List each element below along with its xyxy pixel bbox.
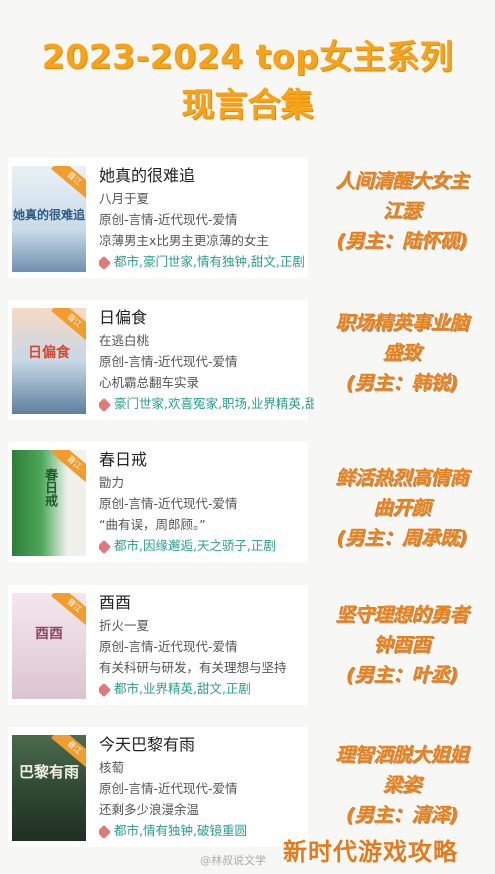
tag-icon [99, 397, 112, 412]
book-category: 原创-言情-近代现代-爱情 [99, 496, 238, 511]
book-author[interactable]: 折火一夏 [99, 615, 314, 636]
site-badge: 晋江 [51, 593, 86, 627]
book-category: 原创-言情-近代现代-爱情 [99, 354, 238, 369]
tag-icon [99, 539, 112, 554]
note-male-lead: (男主：陆怀砚) [336, 230, 468, 252]
book-tags: 都市,业界精英,甜文,正剧 [114, 681, 251, 696]
book-title[interactable]: 春日戒 [99, 448, 314, 472]
book-tags: 都市,豪门世家,情有独钟,甜文,正剧 [114, 254, 305, 269]
book-card[interactable]: 她真的很难追 晋江 她真的很难追 八月于夏 原创-言情-近代现代-爱情 凉薄男主… [8, 158, 308, 278]
book-cover[interactable]: 酉酉 晋江 [12, 593, 86, 699]
book-tags: 都市,因缘邂逅,天之骄子,正剧 [114, 538, 276, 553]
note-name: 曲开颜 [373, 497, 431, 519]
cover-title: 春日戒 [42, 468, 57, 507]
book-title[interactable]: 今天巴黎有雨 [99, 733, 314, 757]
watermark: @林叔说文学 [200, 854, 266, 867]
brand-overlay: 新时代游戏攻略 [283, 838, 458, 866]
tag-icon [99, 682, 112, 697]
cover-title: 酉酉 [35, 626, 63, 642]
note-name: 盛致 [382, 342, 421, 364]
book-category: 原创-言情-近代现代-爱情 [99, 781, 238, 796]
book-author[interactable]: 核萄 [99, 757, 314, 778]
note-trait: 理智洒脱大姐姐 [335, 744, 469, 766]
cover-title: 她真的很难追 [12, 208, 85, 222]
tag-icon [99, 255, 112, 270]
book-card[interactable]: 巴黎有雨 晋江 今天巴黎有雨 核萄 原创-言情-近代现代-爱情 还剩多少浪漫余温… [8, 727, 308, 847]
book-title[interactable]: 她真的很难追 [99, 164, 314, 188]
heroine-note: 职场精英事业脑 盛致 (男主：韩锐) [312, 308, 492, 398]
book-blurb: 有关科研与研发，有关理想与坚持 [99, 660, 287, 675]
book-blurb: 凉薄男主x比男主更凉薄的女主 [99, 233, 269, 248]
book-author[interactable]: 在逃白桃 [99, 330, 314, 351]
cover-title: 巴黎有雨 [18, 763, 79, 781]
book-blurb: “曲有误，周郎顾。” [99, 517, 206, 532]
note-trait: 鲜活热烈高情商 [335, 467, 469, 489]
book-title[interactable]: 酉酉 [99, 591, 314, 615]
site-badge: 晋江 [51, 308, 86, 342]
note-trait: 职场精英事业脑 [335, 312, 469, 334]
book-card[interactable]: 春日戒 晋江 春日戒 勖力 原创-言情-近代现代-爱情 “曲有误，周郎顾。” 都… [8, 442, 308, 562]
book-cover[interactable]: 日偏食 晋江 [12, 308, 86, 414]
book-tags: 都市,情有独钟,破镜重圆 [114, 823, 247, 838]
tag-icon [99, 824, 112, 839]
book-card[interactable]: 酉酉 晋江 酉酉 折火一夏 原创-言情-近代现代-爱情 有关科研与研发，有关理想… [8, 585, 308, 705]
note-male-lead: (男主：清泽) [345, 804, 459, 826]
book-cover[interactable]: 她真的很难追 晋江 [12, 166, 86, 272]
book-category: 原创-言情-近代现代-爱情 [99, 212, 238, 227]
book-category: 原创-言情-近代现代-爱情 [99, 639, 238, 654]
book-blurb: 还剩多少浪漫余温 [99, 802, 200, 817]
note-name: 江瑟 [382, 200, 421, 222]
note-name: 梁姿 [382, 774, 421, 796]
header-title-line2: 现言合集 [181, 85, 314, 124]
heroine-note: 坚守理想的勇者 钟酉酉 (男主：叶丞) [312, 600, 492, 690]
cover-title: 日偏食 [28, 345, 70, 361]
note-name: 钟酉酉 [373, 634, 431, 656]
book-cover[interactable]: 巴黎有雨 晋江 [12, 735, 86, 841]
note-male-lead: (男主：叶丞) [345, 664, 459, 686]
heroine-note: 人间清醒大女主 江瑟 (男主：陆怀砚) [312, 166, 492, 256]
heroine-note: 理智洒脱大姐姐 梁姿 (男主：清泽) [312, 740, 492, 830]
book-blurb: 心机霸总翻车实录 [99, 375, 200, 390]
book-tags: 豪门世家,欢喜冤家,职场,业界精英,甜文,正剧 [114, 396, 314, 411]
book-author[interactable]: 勖力 [99, 472, 314, 493]
note-male-lead: (男主：周承既) [336, 527, 468, 549]
site-badge: 晋江 [51, 166, 86, 200]
header-title-line1: 2023-2024 top女主系列 [41, 37, 454, 76]
book-title[interactable]: 日偏食 [99, 306, 314, 330]
note-male-lead: (男主：韩锐) [345, 372, 459, 394]
book-card[interactable]: 日偏食 晋江 日偏食 在逃白桃 原创-言情-近代现代-爱情 心机霸总翻车实录 豪… [8, 300, 314, 420]
book-cover[interactable]: 春日戒 晋江 [12, 450, 86, 556]
note-trait: 人间清醒大女主 [335, 170, 469, 192]
heroine-note: 鲜活热烈高情商 曲开颜 (男主：周承既) [312, 463, 492, 553]
book-author[interactable]: 八月于夏 [99, 188, 314, 209]
note-trait: 坚守理想的勇者 [335, 604, 469, 626]
